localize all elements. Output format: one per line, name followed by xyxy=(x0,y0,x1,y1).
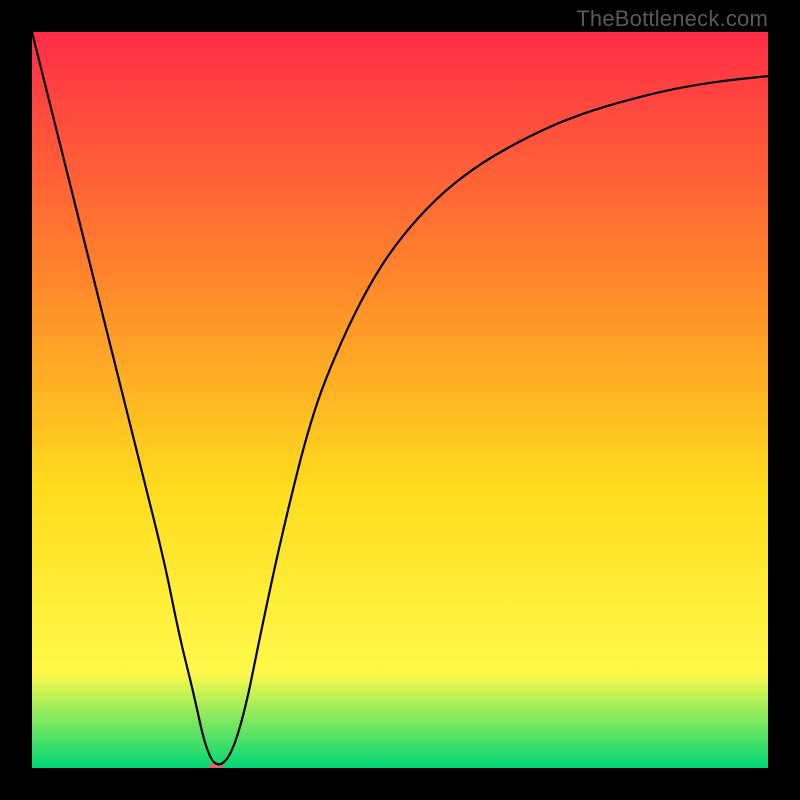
bottleneck-chart xyxy=(32,32,768,768)
chart-frame xyxy=(32,32,768,768)
gradient-background xyxy=(32,32,768,768)
watermark-text: TheBottleneck.com xyxy=(576,6,768,32)
